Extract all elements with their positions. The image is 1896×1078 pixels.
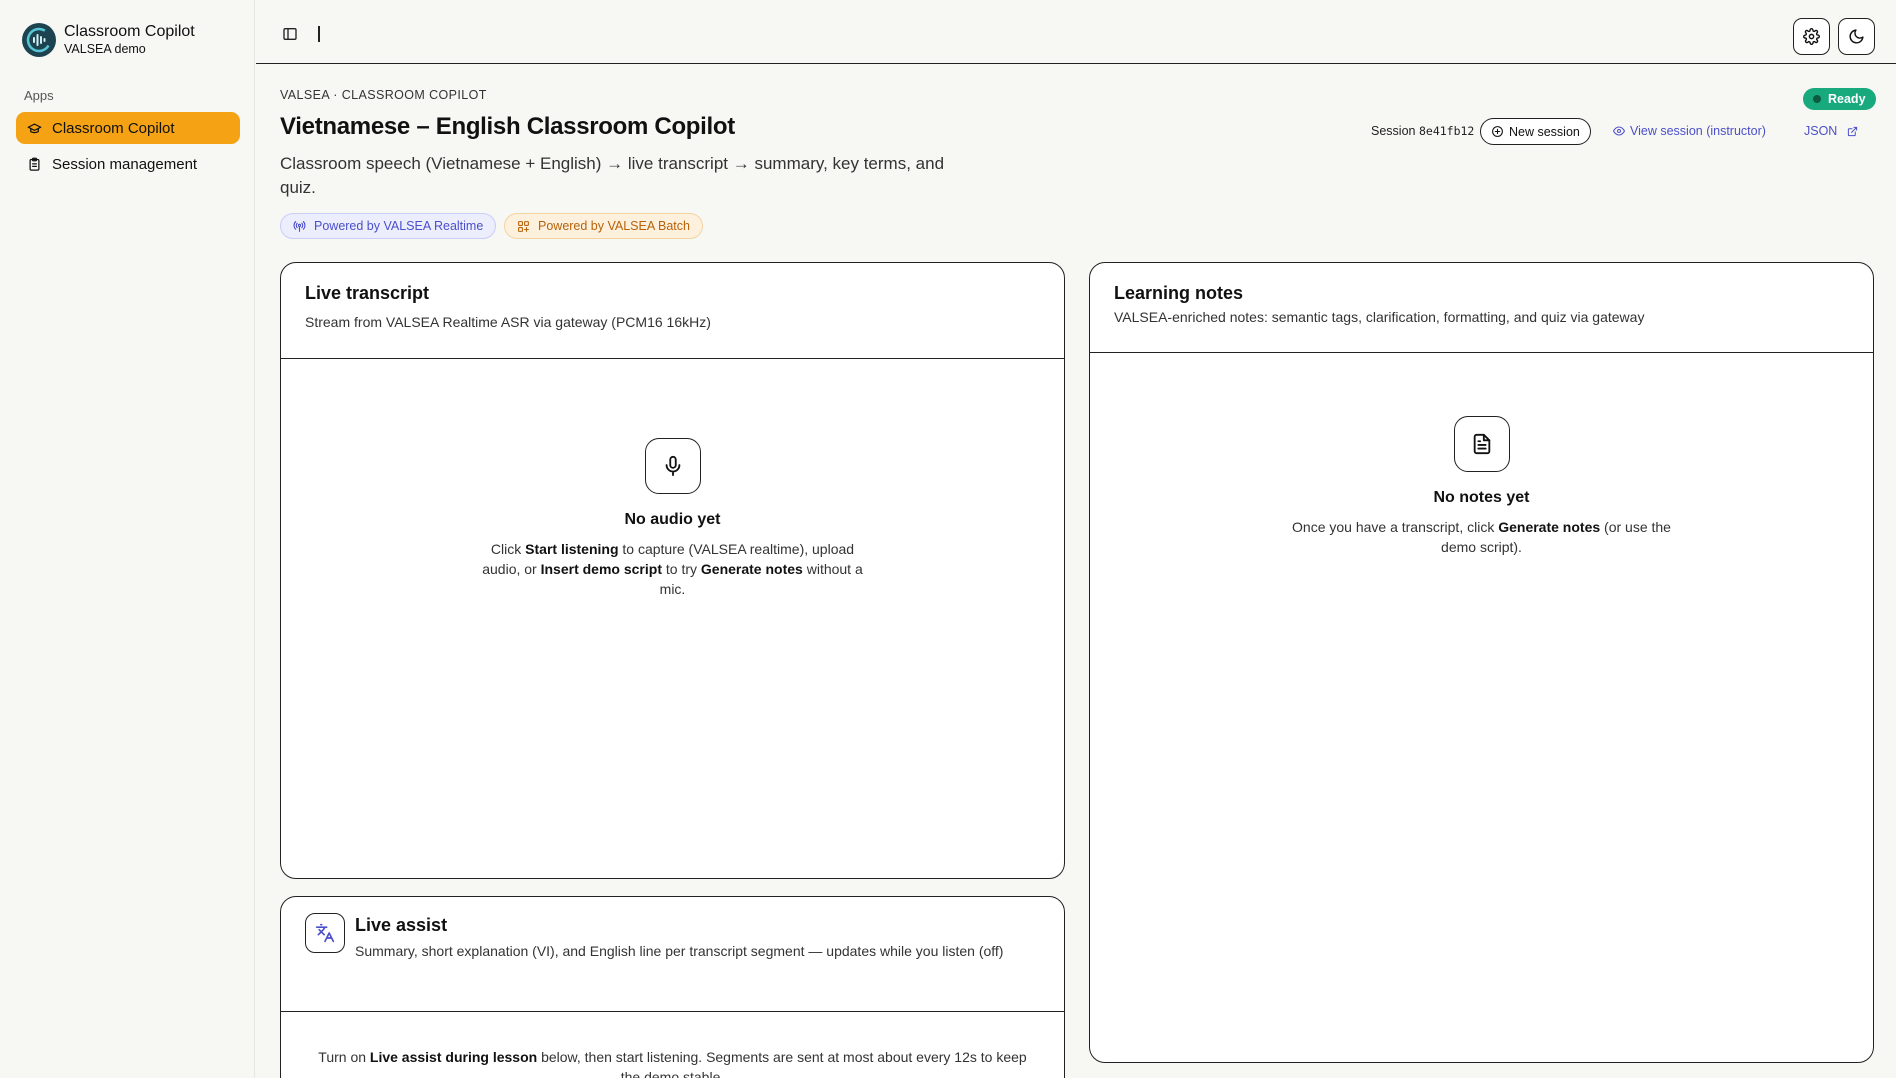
json-link[interactable]: JSON bbox=[1804, 124, 1858, 138]
sidebar-item-classroom-copilot[interactable]: Classroom Copilot bbox=[16, 112, 240, 144]
clipboard-icon bbox=[26, 156, 42, 172]
sidebar-section-label: Apps bbox=[24, 88, 54, 103]
topbar bbox=[256, 0, 1896, 64]
card-subtitle: VALSEA-enriched notes: semantic tags, cl… bbox=[1114, 309, 1645, 325]
assist-body: Turn on Live assist during lesson below,… bbox=[281, 1012, 1064, 1078]
new-session-button[interactable]: New session bbox=[1480, 118, 1591, 145]
insert-demo-script-ref: Insert demo script bbox=[540, 561, 662, 577]
empty-text-part: to try bbox=[661, 561, 701, 577]
card-header: Learning notes VALSEA-enriched notes: se… bbox=[1090, 263, 1873, 353]
empty-state: No notes yet Once you have a transcript,… bbox=[1090, 416, 1873, 557]
badge-batch: Powered by VALSEA Batch bbox=[504, 213, 703, 239]
assist-text-part: Turn on bbox=[318, 1049, 370, 1065]
status-dot bbox=[1813, 95, 1821, 103]
learning-notes-card: Learning notes VALSEA-enriched notes: se… bbox=[1089, 262, 1874, 1063]
sidebar-item-label: Classroom Copilot bbox=[52, 119, 175, 137]
moon-icon bbox=[1848, 28, 1865, 45]
generate-notes-ref: Generate notes bbox=[1498, 519, 1601, 535]
badge-label: Powered by VALSEA Realtime bbox=[314, 219, 484, 233]
session-info: Session 8e41fb12 bbox=[1371, 124, 1474, 138]
live-assist-card: Live assist Summary, short explanation (… bbox=[280, 896, 1065, 1078]
sidebar: Classroom Copilot VALSEA demo Apps Class… bbox=[0, 0, 255, 1078]
new-session-label: New session bbox=[1509, 124, 1580, 139]
theme-toggle-button[interactable] bbox=[1838, 18, 1875, 55]
batch-icon bbox=[517, 220, 530, 233]
view-session-label: View session (instructor) bbox=[1630, 124, 1766, 138]
gear-icon bbox=[1803, 28, 1820, 45]
brand-subtitle: VALSEA demo bbox=[64, 42, 146, 56]
start-listening-ref: Start listening bbox=[525, 541, 619, 557]
live-transcript-card: Live transcript Stream from VALSEA Realt… bbox=[280, 262, 1065, 879]
page-eyebrow: VALSEA · CLASSROOM COPILOT bbox=[280, 88, 487, 102]
page-title: Vietnamese – English Classroom Copilot bbox=[280, 113, 735, 140]
session-label: Session bbox=[1371, 124, 1416, 138]
card-subtitle: Summary, short explanation (VI), and Eng… bbox=[355, 943, 1004, 959]
empty-title: No audio yet bbox=[624, 511, 721, 528]
broadcast-icon bbox=[293, 220, 306, 233]
card-subtitle: Stream from VALSEA Realtime ASR via gate… bbox=[305, 314, 711, 330]
empty-text-part: Once you have a transcript, click bbox=[1292, 519, 1499, 535]
json-label: JSON bbox=[1804, 124, 1838, 138]
status-badge: Ready bbox=[1803, 88, 1876, 110]
live-assist-toggle-ref: Live assist during lesson bbox=[369, 1049, 538, 1065]
brand[interactable]: Classroom Copilot VALSEA demo bbox=[22, 22, 195, 57]
card-title: Learning notes bbox=[1114, 283, 1244, 303]
eye-icon bbox=[1613, 125, 1625, 137]
brand-title: Classroom Copilot bbox=[64, 23, 195, 40]
empty-title: No notes yet bbox=[1433, 489, 1530, 506]
card-title: Live assist bbox=[355, 915, 448, 935]
translate-icon bbox=[305, 913, 345, 953]
graduation-cap-icon bbox=[26, 120, 42, 136]
external-link-icon bbox=[1847, 126, 1858, 137]
microphone-icon bbox=[644, 438, 701, 494]
card-title: Live transcript bbox=[305, 283, 430, 303]
page-description: Classroom speech (Vietnamese + English) … bbox=[280, 154, 945, 197]
valsea-logo-icon bbox=[22, 22, 56, 57]
plus-circle-icon bbox=[1491, 125, 1504, 138]
card-header: Live assist Summary, short explanation (… bbox=[281, 897, 1064, 1012]
badge-realtime: Powered by VALSEA Realtime bbox=[280, 213, 497, 239]
session-id: 8e41fb12 bbox=[1418, 124, 1475, 138]
sidebar-item-session-management[interactable]: Session management bbox=[16, 148, 240, 180]
badge-label: Powered by VALSEA Batch bbox=[538, 219, 690, 233]
sidebar-toggle-icon[interactable] bbox=[280, 24, 300, 44]
view-session-link[interactable]: View session (instructor) bbox=[1613, 124, 1766, 138]
status-label: Ready bbox=[1828, 92, 1866, 106]
sidebar-item-label: Session management bbox=[52, 155, 198, 173]
document-icon bbox=[1453, 416, 1510, 472]
empty-state: No audio yet Click Start listening to ca… bbox=[281, 438, 1064, 599]
empty-text: Once you have a transcript, click Genera… bbox=[1287, 517, 1677, 557]
divider bbox=[318, 26, 320, 42]
card-header: Live transcript Stream from VALSEA Realt… bbox=[281, 263, 1064, 359]
generate-notes-ref: Generate notes bbox=[700, 561, 803, 577]
empty-text-part: Click bbox=[490, 541, 526, 557]
empty-text: Click Start listening to capture (VALSEA… bbox=[478, 539, 868, 599]
settings-button[interactable] bbox=[1793, 18, 1830, 55]
assist-text-part: below, then start listening. Segments ar… bbox=[537, 1049, 1027, 1078]
